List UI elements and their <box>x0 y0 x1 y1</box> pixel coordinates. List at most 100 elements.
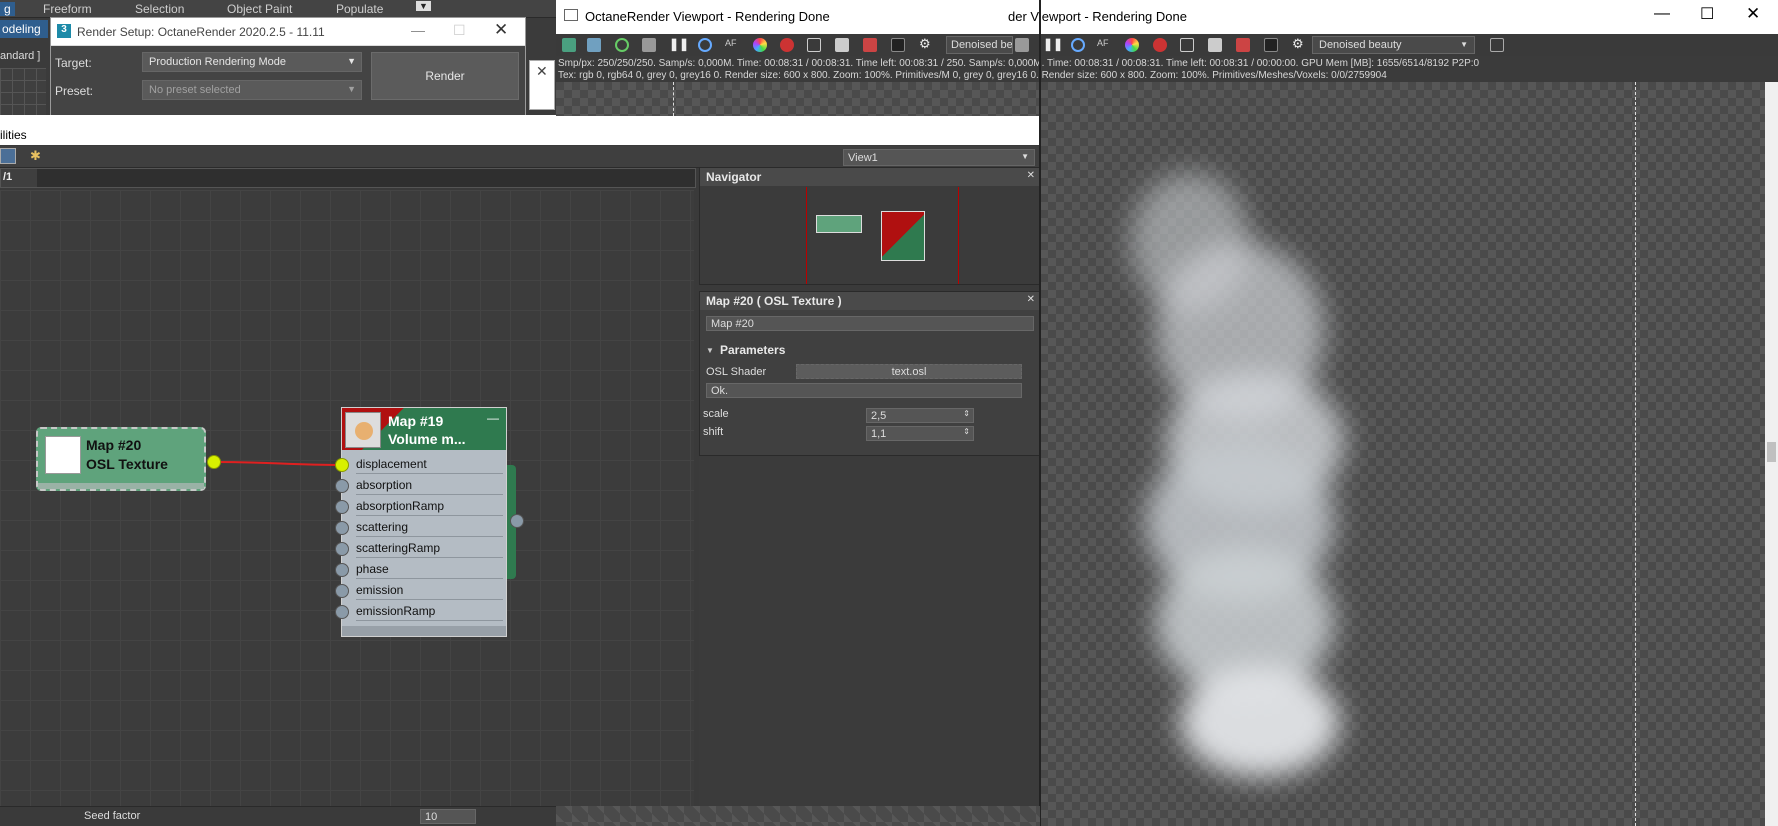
tab-view1[interactable]: /1 <box>1 169 37 187</box>
spinner-arrows-icon[interactable]: ⇕ <box>963 427 970 436</box>
input-port-emission-ramp[interactable] <box>335 605 349 619</box>
ribbon-dropdown-icon[interactable]: ▼ <box>416 1 431 11</box>
ribbon-tab-freeform[interactable]: Freeform <box>43 2 92 16</box>
chevron-down-icon: ▼ <box>347 56 356 66</box>
seed-factor-spinner[interactable]: 10 <box>420 809 476 824</box>
refresh-icon[interactable] <box>698 38 712 52</box>
input-port-scattering-ramp[interactable] <box>335 542 349 556</box>
minimize-icon[interactable]: — <box>1654 5 1670 23</box>
gear-icon[interactable]: ⚙ <box>1292 36 1306 51</box>
osl-shader-button[interactable]: text.osl <box>796 364 1022 379</box>
region-icon[interactable] <box>1153 38 1167 52</box>
input-port-scattering[interactable] <box>335 521 349 535</box>
vertical-scrollbar[interactable] <box>1765 82 1778 826</box>
preset-dropdown[interactable]: No preset selected ▼ <box>142 80 362 100</box>
chevron-down-icon: ▼ <box>1460 40 1468 49</box>
slot-scattering-ramp[interactable]: scatteringRamp <box>356 538 503 558</box>
shift-spinner[interactable]: 1,1 ⇕ <box>866 426 974 441</box>
maximize-icon[interactable]: ☐ <box>1700 4 1714 24</box>
node-footer <box>342 626 506 636</box>
viewport-titlebar: OctaneRender Viewport - Rendering Done d… <box>556 0 1778 34</box>
map-name-field[interactable]: Map #20 <box>706 316 1034 331</box>
color-picker-icon[interactable] <box>1125 38 1139 52</box>
settings-window-icon[interactable] <box>835 38 849 52</box>
channel-dropdown-right[interactable]: Denoised beauty ▼ <box>1312 36 1475 54</box>
ribbon-active-tab[interactable]: odeling <box>0 20 48 38</box>
material-icon[interactable] <box>863 38 877 52</box>
pause-icon[interactable]: ❚❚ <box>1043 37 1063 51</box>
slot-absorption[interactable]: absorption <box>356 475 503 495</box>
output-port[interactable] <box>207 455 221 469</box>
select-tool-icon[interactable] <box>0 148 16 164</box>
node-map19-volume[interactable]: Map #19 Volume m... — displacement absor… <box>341 407 507 637</box>
camera-icon[interactable] <box>1264 38 1278 52</box>
input-port-emission[interactable] <box>335 584 349 598</box>
input-port-displacement[interactable] <box>335 458 349 472</box>
maximize-icon[interactable]: ☐ <box>453 22 466 39</box>
render-button[interactable]: Render <box>371 52 519 100</box>
af-icon[interactable]: AF <box>725 38 739 52</box>
input-port-phase[interactable] <box>335 563 349 577</box>
rollout-parameters[interactable]: Parameters <box>720 343 785 357</box>
magic-wand-icon[interactable]: ✱ <box>30 148 41 164</box>
camera-icon[interactable] <box>891 38 905 52</box>
restart-icon[interactable] <box>615 38 629 52</box>
nav-frame-left <box>806 187 807 284</box>
slot-phase[interactable]: phase <box>356 559 503 579</box>
ribbon-tab-selection[interactable]: Selection <box>135 2 184 16</box>
lock-icon[interactable] <box>1015 38 1029 52</box>
close-icon[interactable]: ✕ <box>494 20 508 40</box>
slot-emission-ramp[interactable]: emissionRamp <box>356 601 503 621</box>
refresh-icon[interactable] <box>1071 38 1085 52</box>
viewport-toolbar: ❚❚ AF ⚙ Denoised be ❚❚ AF ⚙ Denoised bea… <box>556 34 1778 56</box>
gear-icon[interactable]: ⚙ <box>919 36 933 51</box>
lock-icon[interactable] <box>642 38 656 52</box>
output-port[interactable] <box>510 514 524 528</box>
node-map20-osl-texture[interactable]: Map #20 OSL Texture <box>36 427 206 491</box>
node-title: Map #19 <box>388 413 444 429</box>
ribbon-tab-populate[interactable]: Populate <box>336 2 383 16</box>
region-icon[interactable] <box>780 38 794 52</box>
target-dropdown[interactable]: Production Rendering Mode ▼ <box>142 52 362 72</box>
film-region-icon[interactable] <box>1180 38 1194 52</box>
scale-spinner[interactable]: 2,5 ⇕ <box>866 408 974 423</box>
slot-displacement[interactable]: displacement <box>356 454 503 474</box>
save-image-icon[interactable] <box>562 38 576 52</box>
nav-node-volume <box>881 211 925 261</box>
settings-window-icon[interactable] <box>1208 38 1222 52</box>
connection-wire <box>213 461 343 466</box>
ribbon-tab-modeling[interactable]: g <box>0 2 15 16</box>
af-icon[interactable]: AF <box>1097 38 1111 52</box>
film-region-icon[interactable] <box>807 38 821 52</box>
view-dropdown[interactable]: View1 ▼ <box>843 149 1035 166</box>
close-icon[interactable]: ✕ <box>536 63 548 80</box>
collapse-icon[interactable]: — <box>487 411 499 425</box>
render-canvas[interactable] <box>1040 82 1778 826</box>
rollout-collapse-icon[interactable]: ▼ <box>706 346 714 355</box>
fit-view-icon[interactable] <box>1490 38 1504 52</box>
node-thumbnail <box>45 436 81 474</box>
scrollbar-thumb[interactable] <box>1767 442 1776 462</box>
clipboard-icon[interactable] <box>587 38 601 52</box>
spinner-arrows-icon[interactable]: ⇕ <box>963 409 970 418</box>
slot-emission[interactable]: emission <box>356 580 503 600</box>
minimize-icon[interactable]: — <box>411 22 425 38</box>
close-icon[interactable]: ✕ <box>1027 294 1035 305</box>
render-setup-dialog: 3 Render Setup: OctaneRender 2020.2.5 - … <box>50 17 526 116</box>
channel-dropdown-left[interactable]: Denoised be <box>946 36 1013 54</box>
material-icon[interactable] <box>1236 38 1250 52</box>
scale-value: 2,5 <box>871 410 887 422</box>
map-panel-title: Map #20 ( OSL Texture ) <box>700 292 1039 310</box>
input-port-absorption[interactable] <box>335 479 349 493</box>
slot-scattering[interactable]: scattering <box>356 517 503 537</box>
render-canvas-top-strip <box>556 82 1040 116</box>
slot-absorption-ramp[interactable]: absorptionRamp <box>356 496 503 516</box>
input-port-absorption-ramp[interactable] <box>335 500 349 514</box>
color-picker-icon[interactable] <box>753 38 767 52</box>
preset-value: No preset selected <box>149 84 241 96</box>
side-close-tab[interactable]: ✕ <box>529 60 555 110</box>
pause-icon[interactable]: ❚❚ <box>669 37 689 51</box>
close-icon[interactable]: ✕ <box>1746 4 1760 24</box>
ribbon-tab-object-paint[interactable]: Object Paint <box>227 2 292 16</box>
close-icon[interactable]: ✕ <box>1027 170 1035 181</box>
